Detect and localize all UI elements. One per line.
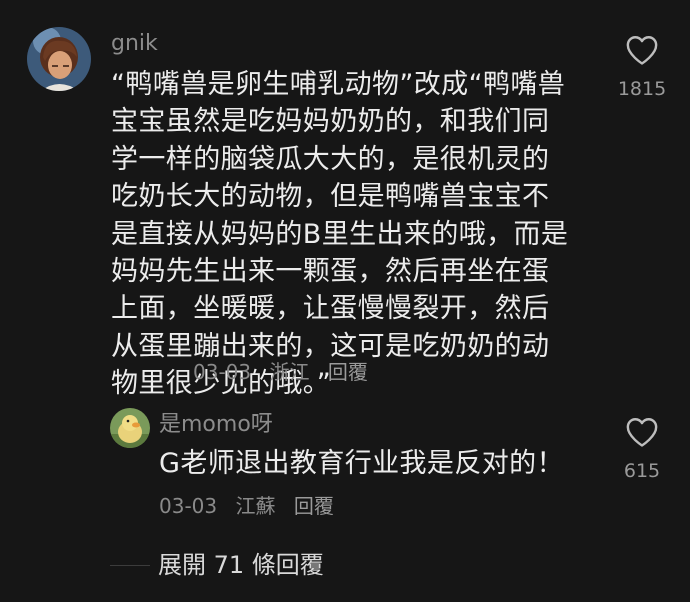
commenter-username[interactable]: gnik [111, 31, 158, 57]
reply-reply-button[interactable]: 回覆 [294, 494, 334, 518]
heart-icon[interactable] [625, 34, 659, 66]
reply-username[interactable]: 是momo呀 [159, 412, 273, 438]
divider-line [110, 564, 150, 566]
reply-date: 03-03 [159, 494, 218, 518]
reply-like-count: 615 [623, 460, 661, 482]
reply-text: G老师退出教育行业我是反对的！ [159, 448, 564, 479]
reply-meta: 03-03 江蘇 回覆 [159, 494, 346, 518]
reply-avatar[interactable] [110, 408, 150, 448]
reply-location: 江蘇 [235, 494, 276, 518]
expand-replies-button[interactable]: 展開 71 條回覆 [110, 550, 324, 580]
comment-reply-button[interactable]: 回覆 [328, 360, 368, 384]
comment-meta: 03-03 浙江 回覆 [193, 360, 380, 384]
comment-date: 03-03 [193, 360, 252, 384]
commenter-avatar[interactable] [27, 27, 91, 91]
reply-like: 615 [607, 416, 677, 482]
comment-location: 浙江 [269, 360, 310, 384]
comment-like: 1815 [607, 34, 677, 100]
heart-icon[interactable] [625, 416, 659, 448]
comment-like-count: 1815 [617, 78, 667, 100]
expand-replies-label: 展開 71 條回覆 [158, 551, 324, 579]
comment-text: “鸭嘴兽是卵生哺乳动物”改成“鸭嘴兽宝宝虽然是吃妈妈奶奶的，和我们同学一样的脑袋… [111, 69, 569, 400]
